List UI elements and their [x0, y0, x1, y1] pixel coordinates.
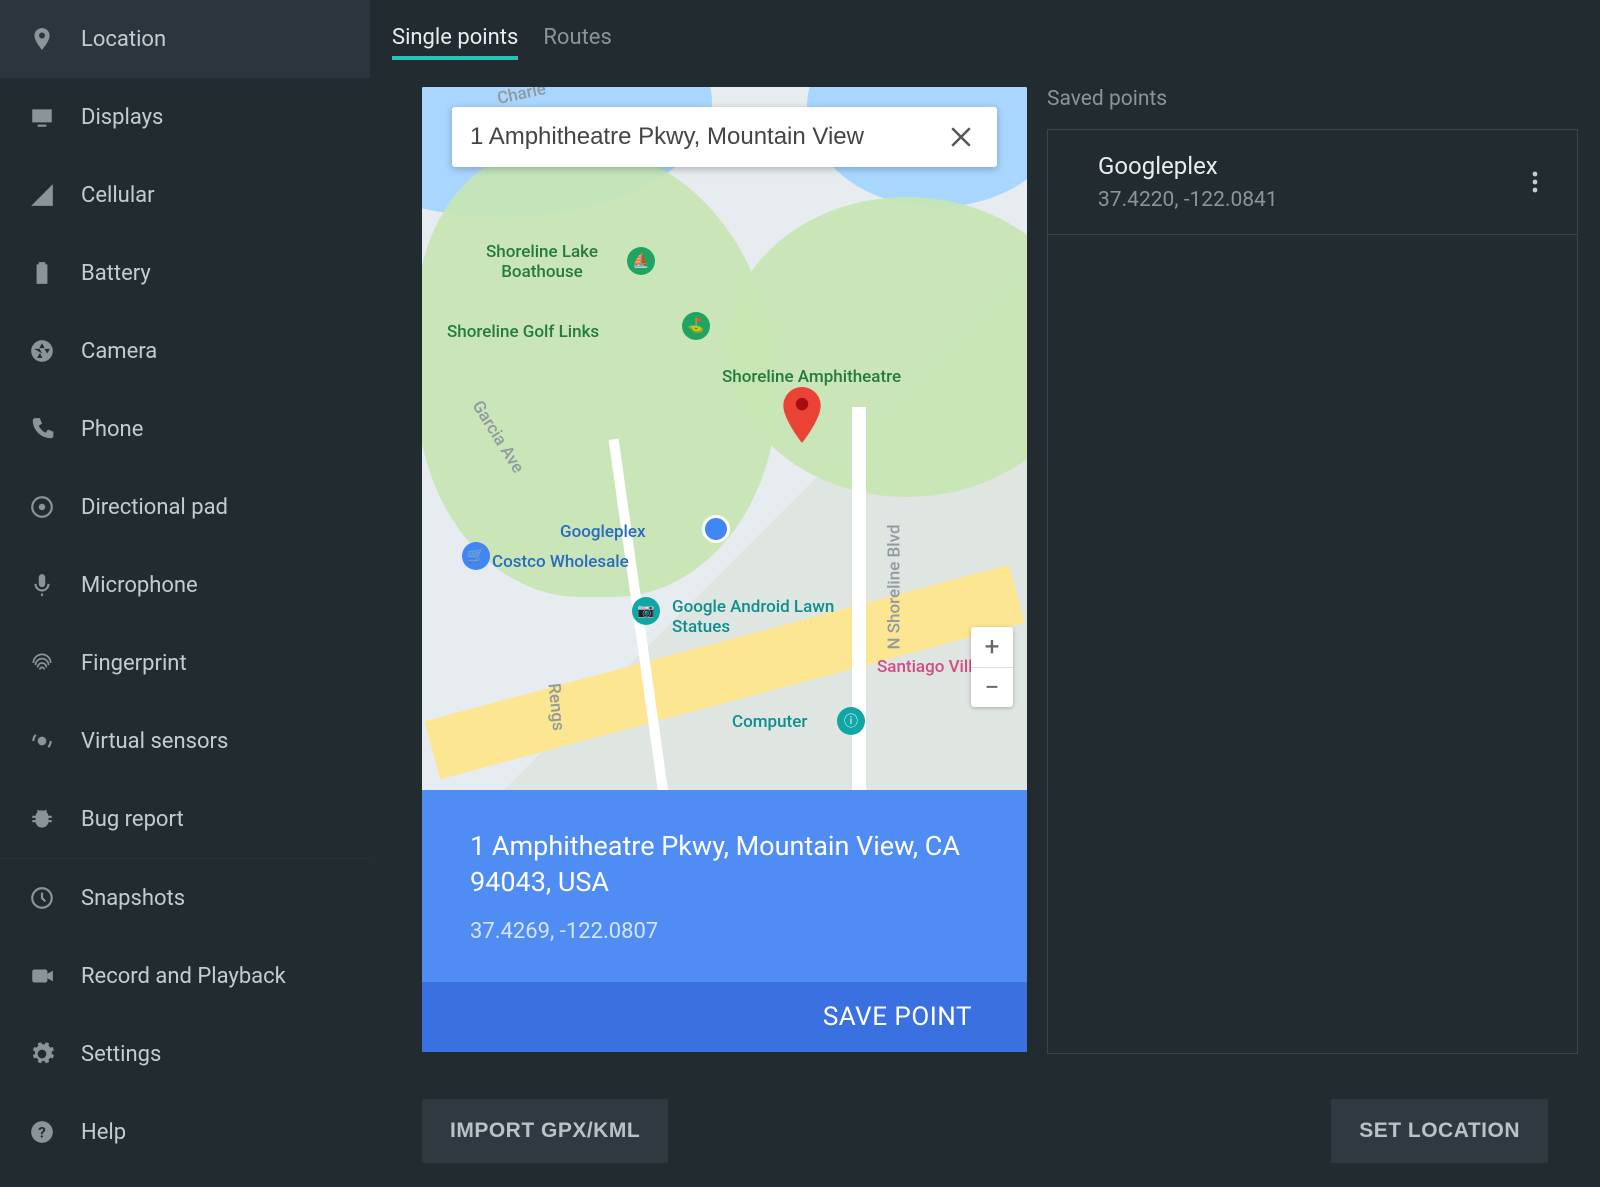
sidebar-item-location[interactable]: Location [0, 0, 370, 78]
phone-icon [25, 412, 59, 446]
map-poi-icon: ⛳ [682, 312, 710, 340]
map-poi-label: Google Android Lawn Statues [672, 597, 872, 637]
fingerprint-icon [25, 646, 59, 680]
sidebar-item-label: Snapshots [81, 886, 185, 911]
location-icon [25, 22, 59, 56]
map-poi-icon [702, 515, 730, 543]
sidebar-item-camera[interactable]: Camera [0, 312, 370, 390]
snapshots-icon [25, 881, 59, 915]
tabs: Single points Routes [392, 0, 1578, 75]
sidebar-item-bug-report[interactable]: Bug report [0, 780, 370, 858]
sidebar-item-dpad[interactable]: Directional pad [0, 468, 370, 546]
sidebar-item-phone[interactable]: Phone [0, 390, 370, 468]
sidebar-item-label: Location [81, 27, 166, 52]
sidebar-item-virtual-sensors[interactable]: Virtual sensors [0, 702, 370, 780]
map-search-input[interactable] [470, 123, 943, 151]
microphone-icon [25, 568, 59, 602]
import-gpx-button[interactable]: IMPORT GPX/KML [422, 1099, 668, 1163]
sidebar-item-cellular[interactable]: Cellular [0, 156, 370, 234]
location-address: 1 Amphitheatre Pkwy, Mountain View, CA 9… [422, 790, 1027, 911]
sidebar-item-label: Microphone [81, 573, 198, 598]
tab-single-points[interactable]: Single points [392, 19, 518, 60]
sidebar-item-help[interactable]: ? Help [0, 1093, 370, 1171]
help-icon: ? [25, 1115, 59, 1149]
main-panel: Single points Routes Shoreline Lake Boat… [370, 0, 1600, 1187]
map-poi-label: Computer [732, 712, 807, 732]
sidebar-item-battery[interactable]: Battery [0, 234, 370, 312]
bottom-action-bar: IMPORT GPX/KML SET LOCATION [392, 1093, 1578, 1187]
battery-icon [25, 256, 59, 290]
sensors-icon [25, 724, 59, 758]
sidebar: Location Displays Cellular Battery Camer… [0, 0, 370, 1187]
sidebar-item-microphone[interactable]: Microphone [0, 546, 370, 624]
sidebar-item-label: Virtual sensors [81, 729, 228, 754]
map-poi-label: Shoreline Lake Boathouse [457, 242, 627, 282]
map-poi-label: Costco Wholesale [492, 552, 629, 572]
zoom-out-button[interactable]: − [971, 667, 1013, 707]
sidebar-item-label: Settings [81, 1042, 161, 1067]
saved-point-name: Googleplex [1098, 152, 1521, 180]
sidebar-item-record-playback[interactable]: Record and Playback [0, 937, 370, 1015]
saved-point-item[interactable]: Googleplex 37.4220, -122.0841 [1048, 130, 1577, 235]
map-poi-icon: ⛵ [627, 247, 655, 275]
svg-text:?: ? [38, 1123, 46, 1141]
sidebar-item-label: Phone [81, 417, 143, 442]
sidebar-item-label: Directional pad [81, 495, 228, 520]
map-poi-icon: 📷 [632, 597, 660, 625]
saved-points-heading: Saved points [1047, 87, 1578, 111]
bug-icon [25, 802, 59, 836]
map-search-bar [452, 107, 997, 167]
location-coordinates: 37.4269, -122.0807 [422, 911, 1027, 944]
sidebar-item-label: Cellular [81, 183, 155, 208]
map-poi-label: Googleplex [560, 522, 646, 542]
sidebar-item-displays[interactable]: Displays [0, 78, 370, 156]
sidebar-item-label: Help [81, 1120, 126, 1145]
sidebar-item-label: Displays [81, 105, 163, 130]
record-icon [25, 959, 59, 993]
location-info-card: 1 Amphitheatre Pkwy, Mountain View, CA 9… [422, 790, 1027, 1052]
zoom-controls: + − [971, 627, 1013, 707]
tab-routes[interactable]: Routes [543, 19, 611, 60]
map-poi-label: Shoreline Golf Links [447, 322, 599, 342]
set-location-button[interactable]: SET LOCATION [1331, 1099, 1548, 1163]
zoom-in-button[interactable]: + [971, 627, 1013, 667]
search-clear-button[interactable] [943, 119, 979, 155]
more-icon[interactable] [1521, 165, 1549, 199]
cellular-icon [25, 178, 59, 212]
sidebar-item-label: Bug report [81, 807, 184, 832]
map-poi-label: Shoreline Amphitheatre [722, 367, 901, 387]
saved-points-list: Googleplex 37.4220, -122.0841 [1047, 129, 1578, 1054]
sidebar-item-label: Fingerprint [81, 651, 187, 676]
map-poi-icon: 🛒 [462, 542, 490, 570]
saved-points-panel: Saved points Googleplex 37.4220, -122.08… [1047, 87, 1578, 1093]
saved-point-coords: 37.4220, -122.0841 [1098, 188, 1521, 212]
dpad-icon [25, 490, 59, 524]
gear-icon [25, 1037, 59, 1071]
map-panel[interactable]: Shoreline Lake Boathouse ⛵ Shoreline Gol… [422, 87, 1027, 1052]
map-road-label: N Shoreline Blvd [885, 524, 905, 649]
sidebar-item-label: Battery [81, 261, 151, 286]
sidebar-item-label: Camera [81, 339, 157, 364]
map-poi-icon: ⓘ [837, 707, 865, 735]
displays-icon [25, 100, 59, 134]
sidebar-item-label: Record and Playback [81, 964, 286, 989]
save-point-button[interactable]: SAVE POINT [422, 982, 1027, 1052]
sidebar-item-fingerprint[interactable]: Fingerprint [0, 624, 370, 702]
camera-icon [25, 334, 59, 368]
sidebar-item-settings[interactable]: Settings [0, 1015, 370, 1093]
map-poi-label: Santiago Villa [877, 657, 982, 677]
sidebar-item-snapshots[interactable]: Snapshots [0, 859, 370, 937]
